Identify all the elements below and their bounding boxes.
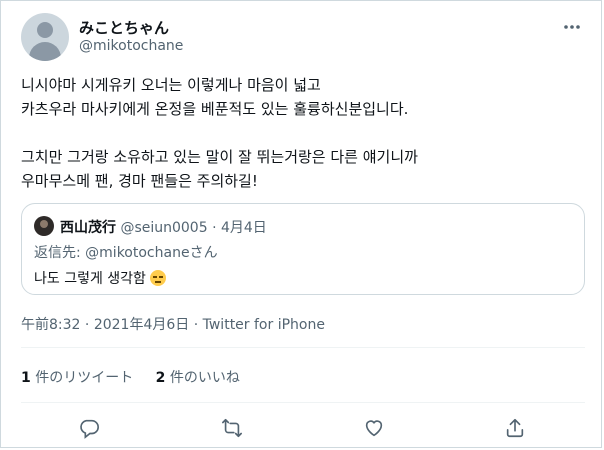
avatar[interactable]: [21, 13, 69, 61]
quoted-separator: ·: [212, 220, 217, 236]
default-avatar-body: [29, 42, 61, 61]
reply-to: 返信先: @mikotochaneさん: [34, 242, 218, 262]
quoted-author-handle: @seiun0005: [120, 220, 208, 236]
author-handle[interactable]: @mikotochane: [79, 38, 183, 54]
like-icon[interactable]: [359, 413, 389, 443]
quoted-text: 나도 그렇게 생각함: [34, 268, 166, 288]
default-avatar-head: [37, 22, 53, 38]
quoted-date: 4月4日: [220, 220, 267, 236]
quoted-text-body: 나도 그렇게 생각함: [34, 271, 146, 287]
quoted-author-name: 西山茂行: [60, 220, 116, 236]
retweets-stat[interactable]: 1 件のリツイート: [21, 370, 133, 386]
divider: [21, 347, 585, 348]
tweet-line: 니시야마 시게유키 오너는 이렇게나 마음이 넓고: [21, 76, 321, 94]
likes-stat[interactable]: 2 件のいいね: [156, 370, 240, 386]
author-name[interactable]: みことちゃん: [79, 17, 169, 38]
reply-handle: @mikotochane: [85, 245, 190, 261]
tweet-line: 카츠우라 마사키에게 온정을 베푼적도 있는 훌륭하신분입니다.: [21, 100, 409, 118]
reply-icon[interactable]: [74, 413, 104, 443]
reply-suffix: さん: [189, 245, 218, 261]
timestamp-separator: ·: [193, 317, 199, 333]
tweet-paragraph: 니시야마 시게유키 오너는 이렇게나 마음이 넓고 카츠우라 마사키에게 온정을…: [21, 73, 581, 121]
relieved-face-icon: [149, 270, 166, 286]
tweet-card: みことちゃん @mikotochane 니시야마 시게유키 오너는 이렇게나 마…: [0, 0, 602, 448]
quoted-header: 西山茂行 @seiun0005 · 4月4日: [60, 217, 267, 237]
tweet-paragraph: 그치만 그거랑 소유하고 있는 말이 잘 뛰는거랑은 다른 얘기니까 우마무스메…: [21, 145, 581, 193]
action-bar: [1, 413, 603, 443]
engagement-stats: 1 件のリツイート 2 件のいいね: [21, 367, 258, 387]
quoted-avatar: [34, 216, 54, 236]
divider: [21, 402, 585, 403]
reply-prefix: 返信先:: [34, 245, 86, 261]
source-link[interactable]: Twitter for iPhone: [203, 317, 325, 333]
tweet-line: 그치만 그거랑 소유하고 있는 말이 잘 뛰는거랑은 다른 얘기니까: [21, 148, 418, 166]
share-icon[interactable]: [500, 413, 530, 443]
tweet-line: 우마무스메 팬, 경마 팬들은 주의하길!: [21, 172, 258, 190]
retweet-icon[interactable]: [217, 413, 247, 443]
tweet-header: みことちゃん @mikotochane: [21, 13, 585, 63]
tweet-timestamp: 午前8:32 · 2021年4月6日 · Twitter for iPhone: [21, 314, 325, 334]
more-options-icon[interactable]: [561, 17, 583, 37]
tweet-time-link[interactable]: 午前8:32 · 2021年4月6日: [21, 317, 189, 333]
tweet-text: 니시야마 시게유키 오너는 이렇게나 마음이 넓고 카츠우라 마사키에게 온정을…: [21, 73, 581, 193]
quoted-tweet[interactable]: 西山茂行 @seiun0005 · 4月4日 返信先: @mikotochane…: [21, 203, 585, 295]
